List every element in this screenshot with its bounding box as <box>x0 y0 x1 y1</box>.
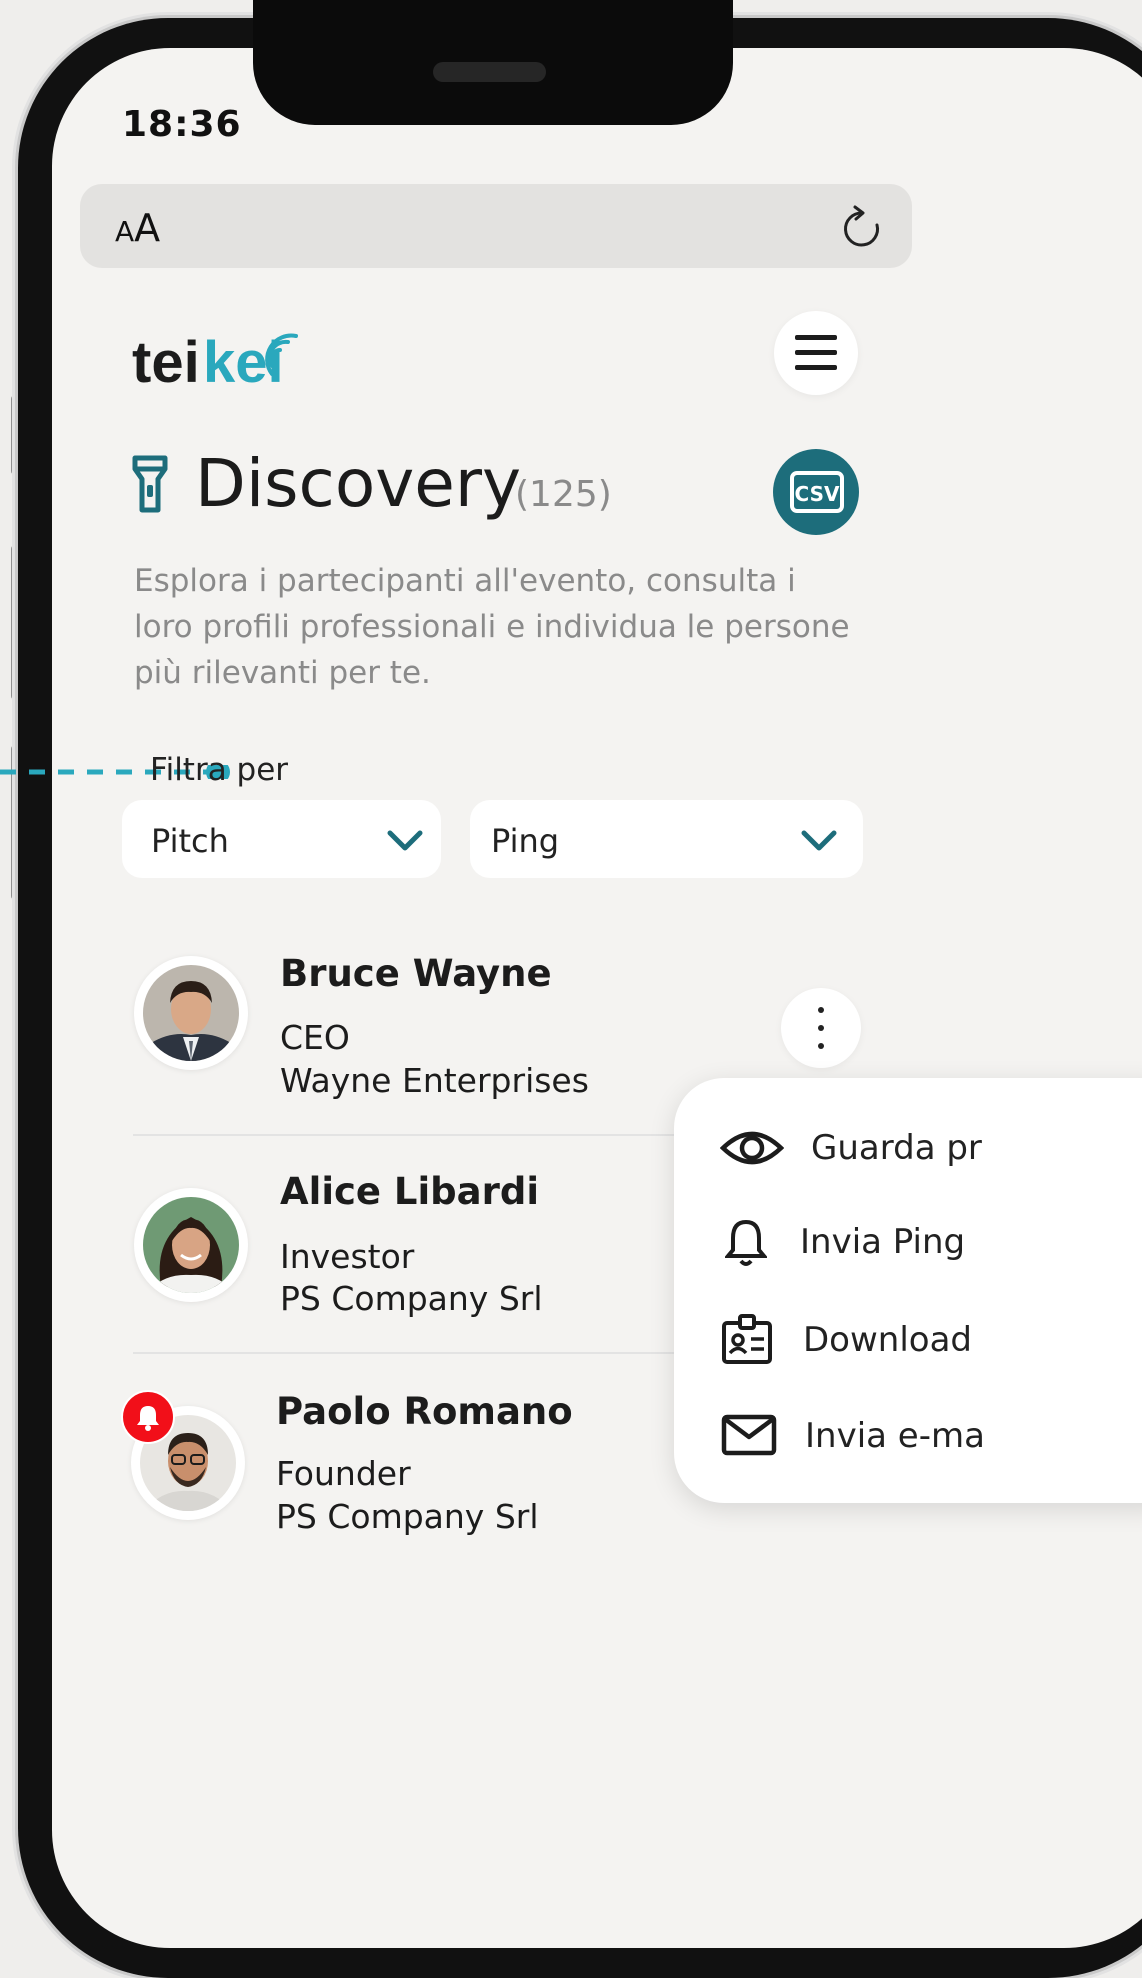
chevron-down-icon <box>387 830 423 851</box>
id-card-icon <box>722 1314 772 1364</box>
participant-name[interactable]: Alice Libardi <box>280 1170 539 1213</box>
reload-icon[interactable] <box>842 205 882 249</box>
logo-graphic: tei kei <box>132 330 298 395</box>
teikei-logo[interactable]: tei kei <box>132 322 302 395</box>
status-time: 18:36 <box>122 104 242 145</box>
participant-company: PS Company Srl <box>280 1279 543 1318</box>
filter-select-value: Pitch <box>151 822 229 860</box>
bell-icon <box>137 1406 159 1431</box>
notification-badge <box>121 1390 175 1444</box>
speaker-grille <box>433 62 546 82</box>
flashlight-icon <box>132 455 168 513</box>
filter-select-pitch[interactable]: Pitch <box>122 800 441 878</box>
text-size-button[interactable]: AA <box>115 206 160 250</box>
eye-icon <box>720 1131 784 1165</box>
filter-select-value: Ping <box>491 822 560 860</box>
list-divider <box>133 1134 693 1136</box>
menu-item-download[interactable]: Download <box>803 1320 972 1360</box>
page-title: Discovery <box>195 445 522 522</box>
more-options-icon-dot <box>818 1025 824 1031</box>
participant-role: Investor <box>280 1237 415 1276</box>
menu-button[interactable] <box>774 311 858 395</box>
participant-name[interactable]: Paolo Romano <box>276 1390 573 1433</box>
bell-icon <box>725 1219 767 1266</box>
participant-name[interactable]: Bruce Wayne <box>280 952 552 995</box>
chevron-down-icon <box>801 830 837 851</box>
hamburger-icon <box>795 335 837 370</box>
participant-role: CEO <box>280 1018 350 1057</box>
csv-icon: CSV <box>790 471 844 513</box>
list-divider <box>133 1352 693 1354</box>
participant-count: (125) <box>515 474 612 515</box>
avatar-photo <box>143 1197 239 1293</box>
menu-item-send-email[interactable]: Invia e-ma <box>805 1416 985 1456</box>
browser-address-bar[interactable] <box>80 184 912 268</box>
mail-icon <box>721 1414 777 1456</box>
avatar-photo <box>143 965 239 1061</box>
svg-text:CSV: CSV <box>795 482 840 506</box>
page-description: Esplora i partecipanti all'evento, consu… <box>134 563 850 691</box>
more-options-icon-dot <box>818 1043 824 1049</box>
csv-export-button[interactable]: CSV <box>773 449 859 535</box>
text-size-small-label: A <box>115 215 135 248</box>
filter-select-ping[interactable]: Ping <box>470 800 863 878</box>
menu-item-view-profile[interactable]: Guarda pr <box>811 1128 982 1168</box>
more-options-icon-dot <box>818 1007 824 1013</box>
avatar[interactable] <box>134 1188 248 1302</box>
menu-item-send-ping[interactable]: Invia Ping <box>800 1222 965 1262</box>
participant-role: Founder <box>276 1454 411 1493</box>
participant-company: PS Company Srl <box>276 1497 539 1536</box>
avatar[interactable] <box>134 956 248 1070</box>
participant-company: Wayne Enterprises <box>280 1061 589 1100</box>
filter-label: Filtra per <box>150 752 289 788</box>
logo-text-dark: tei <box>132 330 200 388</box>
text-size-large-label: A <box>134 206 161 250</box>
more-options-button[interactable] <box>781 988 861 1068</box>
